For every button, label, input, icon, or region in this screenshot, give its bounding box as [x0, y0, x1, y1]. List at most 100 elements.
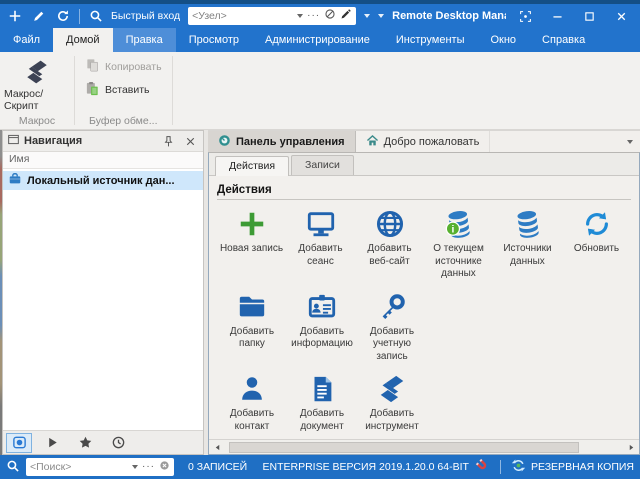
no-template-icon[interactable] [324, 7, 336, 25]
refresh-icon [582, 208, 612, 240]
titlebar: Быстрый вход <Узел> ··· Remote Desktop M… [0, 4, 640, 28]
quick-connect-label: Быстрый вход [111, 10, 181, 22]
close-panel-button[interactable] [181, 133, 199, 150]
play-view-button[interactable] [39, 433, 65, 453]
scrollbar-thumb[interactable] [228, 441, 580, 453]
action-new-entry[interactable]: Новая запись [217, 202, 286, 285]
quick-connect-dropdown-icon[interactable] [364, 14, 371, 18]
navigation-panel-header: Навигация [3, 131, 203, 152]
subtab-entries[interactable]: Записи [291, 155, 354, 175]
tab-list-dropdown[interactable] [620, 131, 640, 152]
history-view-button[interactable] [105, 433, 131, 453]
add-folder-icon [237, 291, 267, 323]
pin-panel-button[interactable] [159, 133, 177, 150]
minimize-button[interactable] [542, 5, 572, 27]
add-contact-icon [237, 373, 267, 405]
new-entry-icon [237, 208, 267, 240]
ribbon-tab-window[interactable]: Окно [477, 28, 529, 52]
tab-dashboard[interactable]: Панель управления [208, 131, 356, 152]
action-add-credentials[interactable]: Добавить учетную запись [357, 285, 427, 368]
action-label: Добавить контакт [229, 408, 275, 432]
scroll-right-icon[interactable] [623, 440, 639, 454]
ribbon-group-clipboard: Копировать Вставить Буфер обме... [75, 52, 172, 129]
add-entry-quick-button[interactable] [4, 6, 26, 26]
add-credentials-icon [377, 291, 407, 323]
add-information-icon [307, 291, 337, 323]
clear-search-icon[interactable] [159, 460, 170, 474]
action-data-sources[interactable]: Источники данных [493, 202, 562, 285]
tab-welcome[interactable]: Добро пожаловать [356, 131, 491, 152]
tab-welcome-label: Добро пожаловать [383, 135, 480, 148]
action-add-information[interactable]: Добавить информацию [287, 285, 357, 368]
ribbon-tab-view[interactable]: Просмотр [176, 28, 252, 52]
paste-icon [85, 81, 100, 99]
section-heading: Действия [217, 184, 631, 200]
ribbon-group-label-macro: Макрос [18, 114, 56, 127]
title-menu-chevron-icon[interactable] [378, 14, 385, 18]
horizontal-scrollbar[interactable] [209, 439, 639, 454]
scroll-left-icon[interactable] [209, 440, 225, 454]
ribbon: Макрос/Скрипт Макрос Копировать Вставить [0, 52, 640, 130]
sessions-view-button[interactable] [6, 432, 32, 453]
macro-script-button[interactable]: Макрос/Скрипт [4, 55, 70, 112]
action-add-tool[interactable]: Добавить инструмент [357, 367, 427, 437]
close-button[interactable] [606, 5, 636, 27]
data-sources-icon [513, 208, 543, 240]
backup-status[interactable]: РЕЗЕРВНАЯ КОПИЯ [511, 458, 634, 476]
statusbar-separator [499, 460, 501, 474]
ribbon-tab-help[interactable]: Справка [529, 28, 598, 52]
action-current-data-source-info[interactable]: i О текущем источнике данных [424, 202, 493, 285]
action-refresh[interactable]: Обновить [562, 202, 631, 285]
copy-icon [85, 58, 100, 76]
action-label: Источники данных [503, 243, 552, 267]
copy-button[interactable]: Копировать [79, 57, 168, 77]
navigation-panel-title: Навигация [24, 135, 83, 147]
search-input[interactable]: <Поиск> ··· [26, 458, 174, 476]
search-options-button[interactable]: ··· [142, 462, 155, 472]
maximize-button[interactable] [574, 5, 604, 27]
action-add-contact[interactable]: Добавить контакт [217, 367, 287, 437]
ribbon-tab-edit[interactable]: Правка [112, 28, 176, 52]
action-label: Добавить документ [299, 408, 345, 432]
window-title: Remote Desktop Manager [Пане... [392, 10, 506, 22]
action-add-website[interactable]: Добавить веб-сайт [355, 202, 424, 285]
action-label: Добавить сеанс [298, 243, 343, 267]
focus-mode-button[interactable] [510, 5, 540, 27]
tree-item-local-data-source[interactable]: Локальный источник дан... [3, 171, 203, 190]
name-column-header[interactable]: Имя [3, 152, 203, 169]
panel-icon [7, 133, 20, 149]
ribbon-tab-administration[interactable]: Администрирование [252, 28, 383, 52]
search-dropdown-icon[interactable] [132, 465, 138, 469]
ribbon-empty-area [173, 52, 640, 129]
macro-script-icon [24, 59, 50, 88]
svg-text:i: i [451, 224, 454, 235]
remote-desktop-manager-window: Быстрый вход <Узел> ··· Remote Desktop M… [0, 0, 640, 479]
search-placeholder: <Поиск> [30, 461, 72, 473]
ellipsis-button[interactable]: ··· [307, 11, 320, 21]
subtab-actions[interactable]: Действия [215, 156, 290, 176]
refresh-quick-button[interactable] [52, 6, 74, 26]
ribbon-tab-bar: Файл Домой Правка Просмотр Администрирование… [0, 28, 640, 52]
add-website-icon [375, 208, 405, 240]
tree-item-label: Локальный источник дан... [27, 174, 175, 187]
current-data-source-info-icon: i [444, 208, 474, 240]
paste-button[interactable]: Вставить [79, 80, 168, 100]
offline-magnet-icon[interactable] [475, 458, 490, 476]
ribbon-tab-tools[interactable]: Инструменты [383, 28, 478, 52]
copy-label: Копировать [105, 61, 162, 73]
navigation-tree: Локальный источник дан... [3, 169, 203, 430]
favorites-view-button[interactable] [72, 433, 98, 453]
chevron-down-icon[interactable] [297, 14, 304, 18]
edit-entry-quick-button[interactable] [28, 6, 50, 26]
quick-connect-combobox[interactable]: <Узел> ··· [188, 7, 357, 25]
ribbon-tab-home[interactable]: Домой [53, 28, 113, 52]
add-tool-icon [377, 373, 407, 405]
action-add-document[interactable]: Добавить документ [287, 367, 357, 437]
action-add-session[interactable]: Добавить сеанс [286, 202, 355, 285]
search-quick-button[interactable] [85, 6, 107, 26]
action-label: Новая запись [219, 243, 284, 254]
ribbon-tab-file[interactable]: Файл [0, 28, 53, 52]
brush-icon[interactable] [340, 7, 352, 25]
action-add-folder[interactable]: Добавить папку [217, 285, 287, 368]
action-label: Добавить веб-сайт [367, 243, 412, 267]
